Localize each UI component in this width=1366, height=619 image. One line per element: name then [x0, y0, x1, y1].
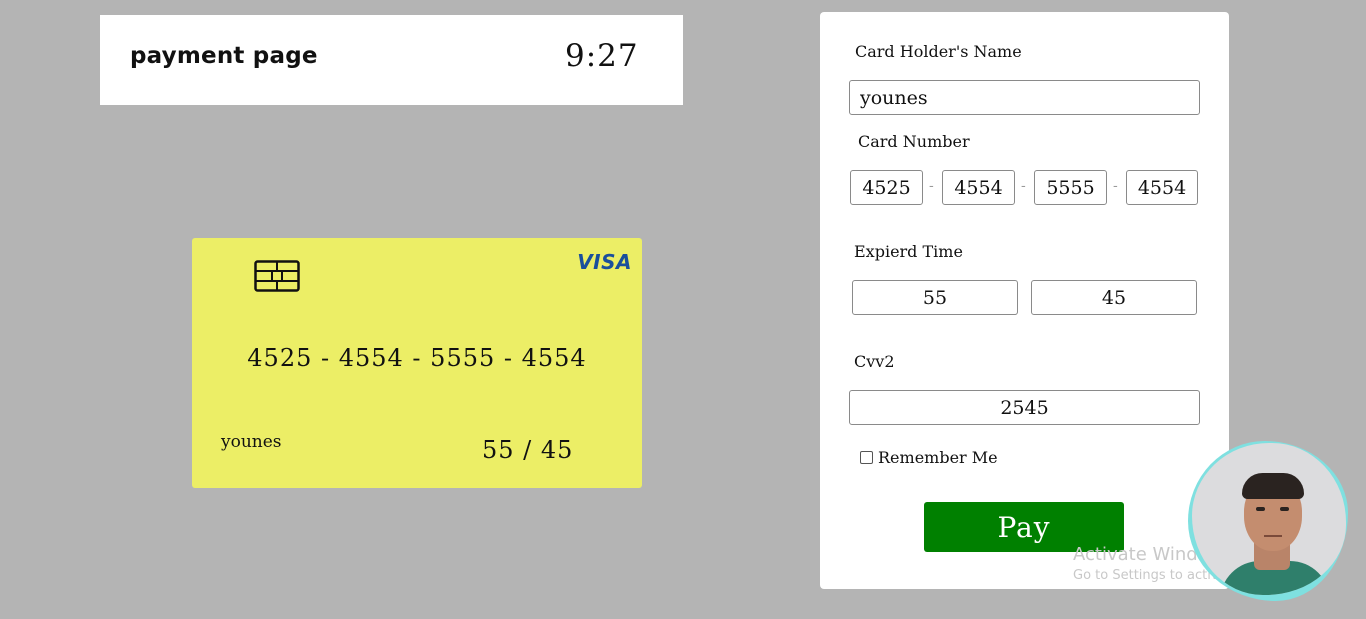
- expiry-time-label: Expierd Time: [854, 242, 963, 261]
- visa-logo: VISA: [577, 250, 632, 274]
- clock: 9:27: [565, 38, 639, 74]
- expiry-year-input[interactable]: [1031, 280, 1197, 315]
- remember-me-row[interactable]: Remember Me: [860, 448, 998, 467]
- card-number-separator: -: [1113, 178, 1118, 194]
- card-number-input-2[interactable]: [942, 170, 1015, 205]
- webcam-person-image: [1192, 443, 1346, 595]
- cvv-input[interactable]: [849, 390, 1200, 425]
- expiry-month-input[interactable]: [852, 280, 1018, 315]
- card-number-input-3[interactable]: [1034, 170, 1107, 205]
- card-holder-name-input[interactable]: [849, 80, 1200, 115]
- cvv-label: Cvv2: [854, 352, 895, 371]
- header-bar: payment page 9:27: [100, 15, 683, 105]
- card-number-input-4[interactable]: [1126, 170, 1198, 205]
- payment-form: Card Holder's Name Card Number - - - Exp…: [820, 12, 1229, 589]
- card-chip-icon: [254, 260, 300, 296]
- card-number-separator: -: [1021, 178, 1026, 194]
- card-holder-display: younes: [221, 432, 282, 452]
- page-title: payment page: [130, 43, 318, 69]
- remember-me-checkbox[interactable]: [860, 451, 873, 464]
- credit-card-preview: VISA 4525 - 4554 - 5555 - 4554 younes 55…: [192, 238, 642, 488]
- card-number-input-1[interactable]: [850, 170, 923, 205]
- card-holder-name-label: Card Holder's Name: [855, 42, 1022, 61]
- card-number-label: Card Number: [858, 132, 970, 151]
- card-expiry-display: 55 / 45: [482, 436, 574, 464]
- card-number-separator: -: [929, 178, 934, 194]
- remember-me-label: Remember Me: [878, 448, 998, 467]
- card-number-display: 4525 - 4554 - 5555 - 4554: [247, 344, 587, 372]
